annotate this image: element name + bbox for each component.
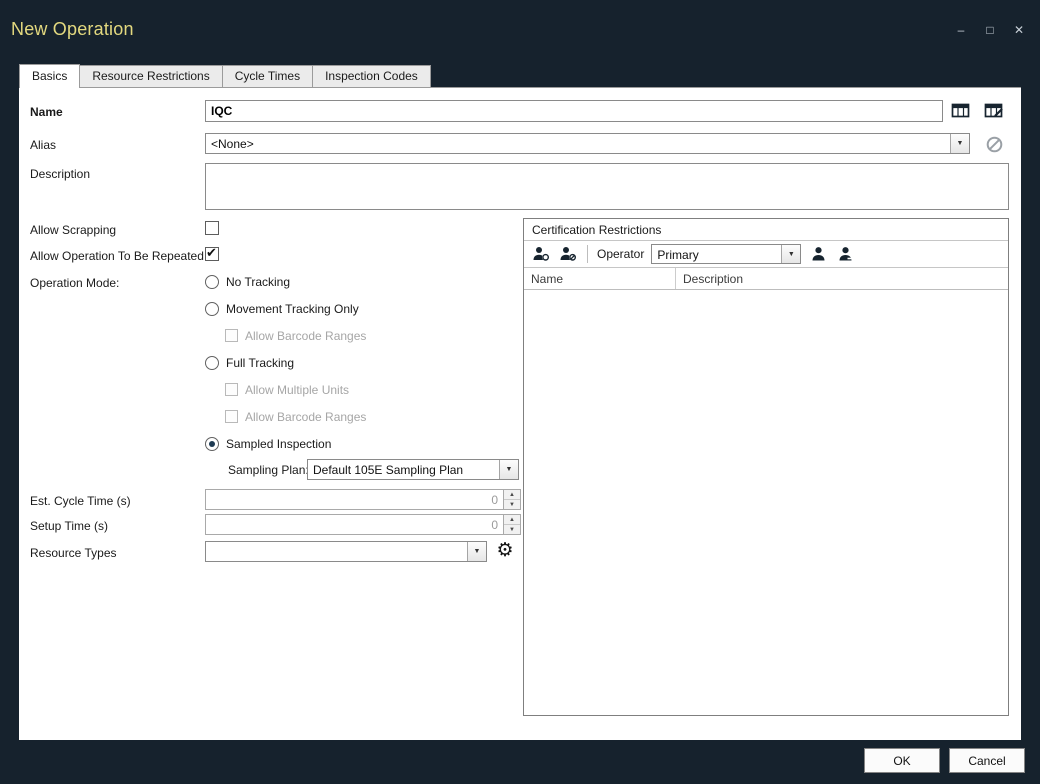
operator-label: Operator [597,247,644,261]
gear-icon: ⚙ [496,541,513,560]
checkbox-allow-multiple-units-label: Allow Multiple Units [245,383,349,397]
close-icon[interactable]: ✕ [1012,23,1026,37]
checkbox-icon [225,383,238,396]
resource-types-settings-button[interactable]: ⚙ [493,539,517,561]
setup-time-value: 0 [206,515,503,534]
no-entry-icon [986,136,1003,153]
checkbox-full-barcode-ranges: Allow Barcode Ranges [225,409,366,424]
radio-full-tracking-label: Full Tracking [226,356,294,370]
description-textarea[interactable] [205,163,1009,210]
checkbox-full-barcode-ranges-label: Allow Barcode Ranges [245,410,366,424]
add-operator-icon [811,246,826,262]
checkbox-movement-barcode-ranges: Allow Barcode Ranges [225,328,366,343]
minimize-icon[interactable]: – [954,23,968,37]
add-certification-icon [532,246,550,262]
alias-label: Alias [30,138,56,152]
checkbox-movement-barcode-ranges-label: Allow Barcode Ranges [245,329,366,343]
name-input[interactable] [205,100,943,122]
radio-icon [205,275,219,289]
certification-restrictions-panel: Certification Restrictions [523,218,1009,716]
spin-down-icon[interactable]: ▼ [504,525,520,534]
alias-value: <None> [206,134,950,153]
certification-restrictions-title: Certification Restrictions [524,219,1008,241]
remove-certification-icon [559,246,577,262]
ok-button[interactable]: OK [864,748,940,773]
allow-repeat-checkbox[interactable]: ✔ [205,247,219,261]
sampling-plan-combobox[interactable]: Default 105E Sampling Plan ▼ [307,459,519,480]
radio-sampled-inspection[interactable]: Sampled Inspection [205,436,331,451]
basics-panel: Name Alias <None> ▼ [19,87,1021,740]
operation-mode-label: Operation Mode: [30,276,119,290]
est-cycle-time-label: Est. Cycle Time (s) [30,494,131,508]
description-label: Description [30,167,90,181]
tab-resource-restrictions[interactable]: Resource Restrictions [79,65,222,87]
radio-no-tracking[interactable]: No Tracking [205,274,290,289]
certification-toolbar: Operator Primary ▼ [524,241,1008,268]
tab-cycle-times[interactable]: Cycle Times [222,65,313,87]
tabstrip: Basics Resource Restrictions Cycle Times… [19,64,431,88]
remove-operator-button[interactable] [835,244,855,264]
radio-sampled-inspection-label: Sampled Inspection [226,437,331,451]
spin-down-icon[interactable]: ▼ [504,500,520,509]
checkbox-icon [225,410,238,423]
resource-types-label: Resource Types [30,546,117,560]
sampling-plan-label: Sampling Plan: [228,463,309,477]
est-cycle-time-spinner: 0 ▲ ▼ [205,489,521,510]
toolbar-separator [587,245,588,263]
allow-repeat-label: Allow Operation To Be Repeated [30,249,204,263]
tab-inspection-codes[interactable]: Inspection Codes [312,65,431,87]
resource-types-combobox[interactable]: ▼ [205,541,487,562]
operator-value: Primary [652,245,781,263]
radio-selected-icon [205,437,219,451]
window-controls: – □ ✕ [954,23,1026,37]
naming-sequence-icon[interactable] [982,100,1006,122]
tab-basics[interactable]: Basics [19,64,80,88]
radio-no-tracking-label: No Tracking [226,275,290,289]
setup-time-label: Setup Time (s) [30,519,108,533]
certification-grid-body[interactable] [524,290,1008,715]
alias-combobox[interactable]: <None> ▼ [205,133,970,154]
allow-scrapping-checkbox[interactable] [205,221,219,235]
name-label: Name [30,105,63,119]
alias-clear-disabled-icon [982,133,1006,155]
spin-up-icon[interactable]: ▲ [504,490,520,500]
certification-grid-header: Name Description [524,268,1008,290]
checkbox-allow-multiple-units: Allow Multiple Units [225,382,349,397]
checkbox-icon [225,329,238,342]
resource-types-value [206,542,467,561]
alias-dropdown-arrow-icon[interactable]: ▼ [950,134,969,153]
window-title: New Operation [11,19,134,40]
setup-time-spin-buttons[interactable]: ▲ ▼ [503,515,520,534]
resource-types-dropdown-arrow-icon[interactable]: ▼ [467,542,486,561]
naming-sequence-glyph [984,102,1004,120]
check-icon: ✔ [206,245,217,261]
remove-certification-button[interactable] [558,244,578,264]
allow-scrapping-label: Allow Scrapping [30,223,116,237]
maximize-icon[interactable]: □ [983,23,997,37]
remove-operator-icon [838,246,853,262]
est-cycle-time-value: 0 [206,490,503,509]
add-certification-button[interactable] [531,244,551,264]
radio-icon [205,302,219,316]
sampling-plan-value: Default 105E Sampling Plan [308,460,499,479]
operator-dropdown-arrow-icon[interactable]: ▼ [781,245,800,263]
add-operator-button[interactable] [808,244,828,264]
radio-movement-tracking-label: Movement Tracking Only [226,302,359,316]
setup-time-spinner: 0 ▲ ▼ [205,514,521,535]
operator-combobox[interactable]: Primary ▼ [651,244,801,264]
column-header-name[interactable]: Name [524,268,676,289]
radio-movement-tracking[interactable]: Movement Tracking Only [205,301,359,316]
spin-up-icon[interactable]: ▲ [504,515,520,525]
naming-pattern-glyph [951,102,971,120]
est-cycle-time-spin-buttons[interactable]: ▲ ▼ [503,490,520,509]
new-operation-dialog: New Operation – □ ✕ Basics Resource Rest… [0,0,1040,784]
column-header-description[interactable]: Description [676,268,1008,289]
sampling-plan-dropdown-arrow-icon[interactable]: ▼ [499,460,518,479]
naming-pattern-icon[interactable] [949,100,973,122]
cancel-button[interactable]: Cancel [949,748,1025,773]
radio-full-tracking[interactable]: Full Tracking [205,355,294,370]
radio-icon [205,356,219,370]
